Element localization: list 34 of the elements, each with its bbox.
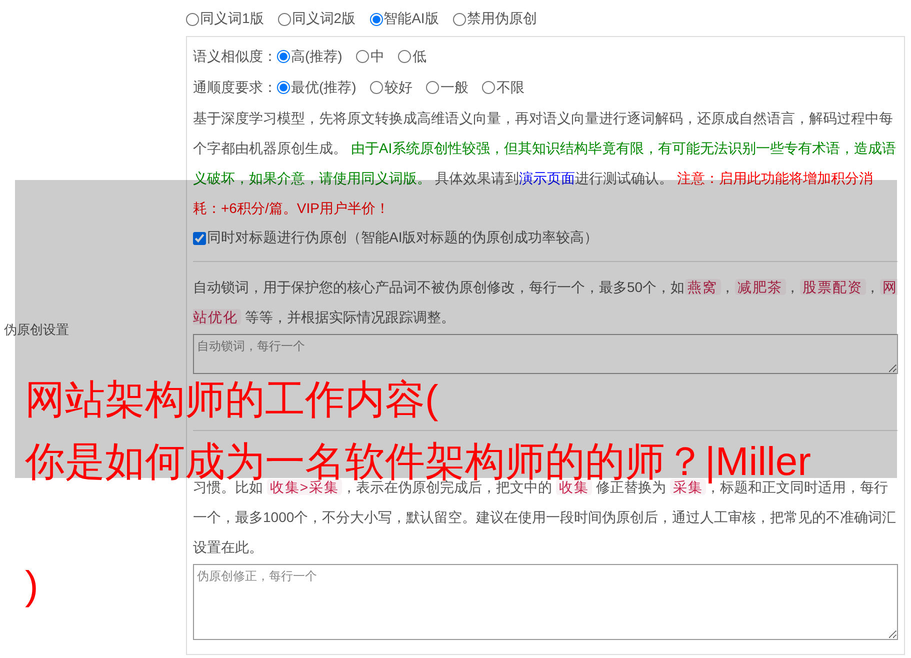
corrections-field[interactable]: 伪原创修正，每行一个 <box>193 564 898 640</box>
overlay-caption-line: ) <box>25 565 38 607</box>
radio-button[interactable] <box>278 12 291 26</box>
radio-label: 不限 <box>496 78 524 96</box>
lock-words-field[interactable]: 自动锁词，每行一个 <box>193 334 898 374</box>
radio-button[interactable] <box>356 50 370 63</box>
title-checkbox[interactable] <box>193 232 206 244</box>
demo-page-link[interactable]: 演示页面 <box>518 170 575 186</box>
radio-button[interactable] <box>370 81 384 94</box>
option-label: 语义相似度： <box>193 48 277 66</box>
radio-button[interactable] <box>370 12 383 26</box>
radio-button[interactable] <box>398 50 412 63</box>
radio-button[interactable] <box>186 12 199 26</box>
radio-button[interactable] <box>277 50 290 63</box>
radio-label: 同义词2版 <box>292 10 356 28</box>
radio-button[interactable] <box>426 81 440 94</box>
overlay-caption-line: 网站架构师的工作内容( <box>25 379 438 421</box>
radio-button[interactable] <box>452 12 466 26</box>
radio-label: 低 <box>412 48 426 66</box>
radio-label: 较好 <box>384 78 412 96</box>
radio-label: 中 <box>370 48 384 66</box>
section-label: 伪原创设置 <box>4 321 69 339</box>
description-text: 基于深度学习模型，先将原文转换成高维语义向量，再对语义向量进行逐词解码，还原成自然语言，解码过程中每个字都由机器原创生成。 由于AI系统原创性较强，但其知识结构毕竟有限，有可能无法识别一些专有术语，造成语义破坏，如果介意，请使用同义词版。 具体效果请到演示页面进行测试确认。 注意：启用此功能将增加积分消耗：+6积分/篇。VIP用户半价！ <box>193 109 898 218</box>
radio-label: 智能AI版 <box>384 10 439 28</box>
lock-words-help: 自动锁词，用于保护您的核心产品词不被伪原创修改，每行一个，最多50个，如 燕窝 ， 减肥茶 ， 股票配资 ， 网站优化 等等，并根据实际情况跟踪调整。 <box>193 278 898 327</box>
option-label: 通顺度要求： <box>193 78 277 96</box>
radio-label: 一般 <box>440 78 468 96</box>
radio-button[interactable] <box>277 81 290 94</box>
radio-button[interactable] <box>482 81 496 94</box>
radio-label: 禁用伪原创 <box>466 10 537 28</box>
radio-label: 高(推荐) <box>291 48 342 66</box>
checkbox-label: 同时对标题进行伪原创（智能AI版对标题的伪原创成功率较高） <box>207 229 598 247</box>
radio-label: 最优(推荐) <box>291 78 356 96</box>
radio-label: 同义词1版 <box>200 10 264 28</box>
